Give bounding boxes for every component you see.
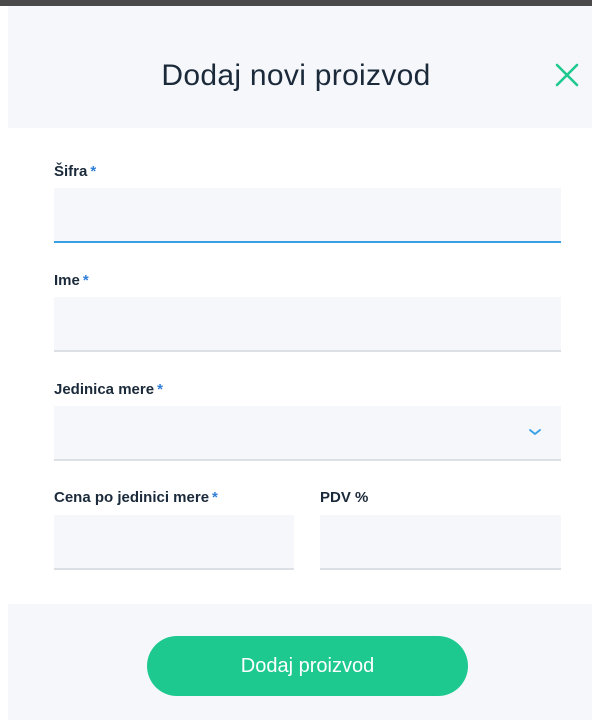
- ime-label-text: Ime: [54, 272, 80, 289]
- pdv-label: PDV %: [320, 489, 369, 506]
- required-marker: *: [90, 163, 97, 180]
- dialog-title: Dodaj novi proizvod: [161, 59, 431, 92]
- close-icon: [555, 63, 579, 87]
- pdv-input[interactable]: [320, 515, 561, 570]
- chevron-down-icon[interactable]: [528, 427, 542, 437]
- cena-label: Cena po jedinici mere *: [54, 488, 218, 508]
- add-product-dialog: Dodaj novi proizvod Šifra * Ime * Jedinica…: [0, 0, 592, 720]
- cena-input[interactable]: [54, 515, 294, 570]
- ime-label: Ime *: [54, 271, 89, 291]
- jedinica-mere-select[interactable]: [54, 406, 561, 461]
- jedinica-mere-label-text: Jedinica mere: [54, 381, 155, 398]
- add-product-button[interactable]: Dodaj proizvod: [147, 636, 468, 696]
- sifra-label-text: Šifra: [54, 163, 88, 180]
- required-marker: *: [157, 381, 163, 398]
- required-marker: *: [212, 489, 218, 506]
- sifra-label: Šifra *: [54, 162, 96, 182]
- sifra-input[interactable]: [54, 188, 561, 243]
- ime-input[interactable]: [54, 297, 561, 352]
- cena-label-text: Cena po jedinici mere: [54, 489, 210, 506]
- close-button[interactable]: [552, 60, 582, 90]
- jedinica-mere-label: Jedinica mere *: [54, 380, 163, 400]
- dialog-header: Dodaj novi proizvod: [8, 6, 592, 128]
- required-marker: *: [82, 272, 89, 289]
